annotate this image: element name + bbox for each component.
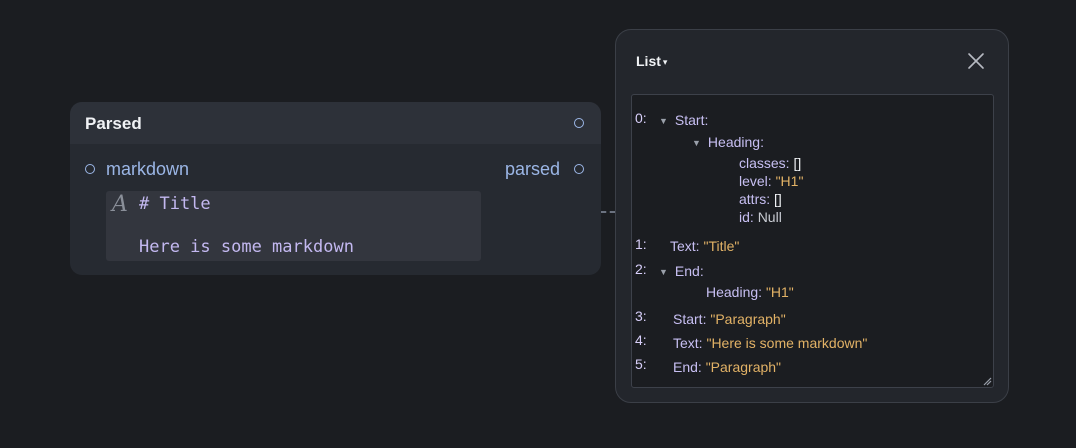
markdown-editor[interactable]: A # Title​Here is some markdown <box>106 191 481 261</box>
parsed-node[interactable]: Parsed markdown parsed A # Title​Here is… <box>70 102 601 275</box>
view-mode-label: List <box>636 53 661 69</box>
list-item[interactable]: Start: "Paragraph" <box>673 311 786 327</box>
editor-line: ​ <box>139 216 354 238</box>
list-panel: List ▾ 0: ▼ Start: ▼ Heading: classes: [] l… <box>615 29 1009 403</box>
item-index: 1: <box>635 236 647 252</box>
header-output-port[interactable] <box>574 118 584 128</box>
editor-content[interactable]: # Title​Here is some markdown <box>139 194 354 259</box>
field-row: id: Null <box>739 209 782 225</box>
editor-line: # Title <box>139 194 211 214</box>
close-button[interactable] <box>966 51 986 71</box>
item-index: 4: <box>635 332 647 348</box>
markdown-input-port[interactable] <box>85 164 95 174</box>
resize-handle-icon[interactable] <box>982 376 992 386</box>
connection-wire <box>601 211 615 213</box>
field-row: attrs: [] <box>739 191 782 207</box>
collapse-triangle-icon[interactable]: ▼ <box>659 267 668 277</box>
markdown-input-label: markdown <box>106 159 190 179</box>
list-view[interactable]: 0: ▼ Start: ▼ Heading: classes: [] level: … <box>631 94 994 388</box>
dropdown-caret-icon: ▾ <box>662 57 668 67</box>
field-row: level: "H1" <box>739 173 804 189</box>
field-row: classes: [] <box>739 155 802 171</box>
item-index: 0: <box>635 110 647 126</box>
item-index: 3: <box>635 308 647 324</box>
parsed-output-label: parsed <box>505 159 561 179</box>
node-header[interactable]: Parsed <box>70 102 601 144</box>
list-item[interactable]: Text: "Title" <box>670 238 739 254</box>
list-item[interactable]: End: "Paragraph" <box>673 359 781 375</box>
collapse-triangle-icon[interactable]: ▼ <box>692 138 701 148</box>
node-title: Parsed <box>85 114 142 133</box>
editor-line: Here is some markdown <box>139 237 354 257</box>
text-format-icon: A <box>112 192 128 217</box>
close-icon <box>968 53 984 69</box>
item-index: 5: <box>635 356 647 372</box>
list-item[interactable]: Text: "Here is some markdown" <box>673 335 867 351</box>
parsed-output-port[interactable] <box>574 164 584 174</box>
collapse-triangle-icon[interactable]: ▼ <box>659 116 668 126</box>
list-item[interactable]: ▼ Start: <box>659 112 708 128</box>
list-item[interactable]: ▼ Heading: <box>692 134 764 150</box>
field-row: Heading: "H1" <box>706 284 794 300</box>
view-mode-dropdown[interactable]: List ▾ <box>636 53 667 69</box>
list-item[interactable]: ▼ End: <box>659 263 704 279</box>
item-index: 2: <box>635 261 647 277</box>
